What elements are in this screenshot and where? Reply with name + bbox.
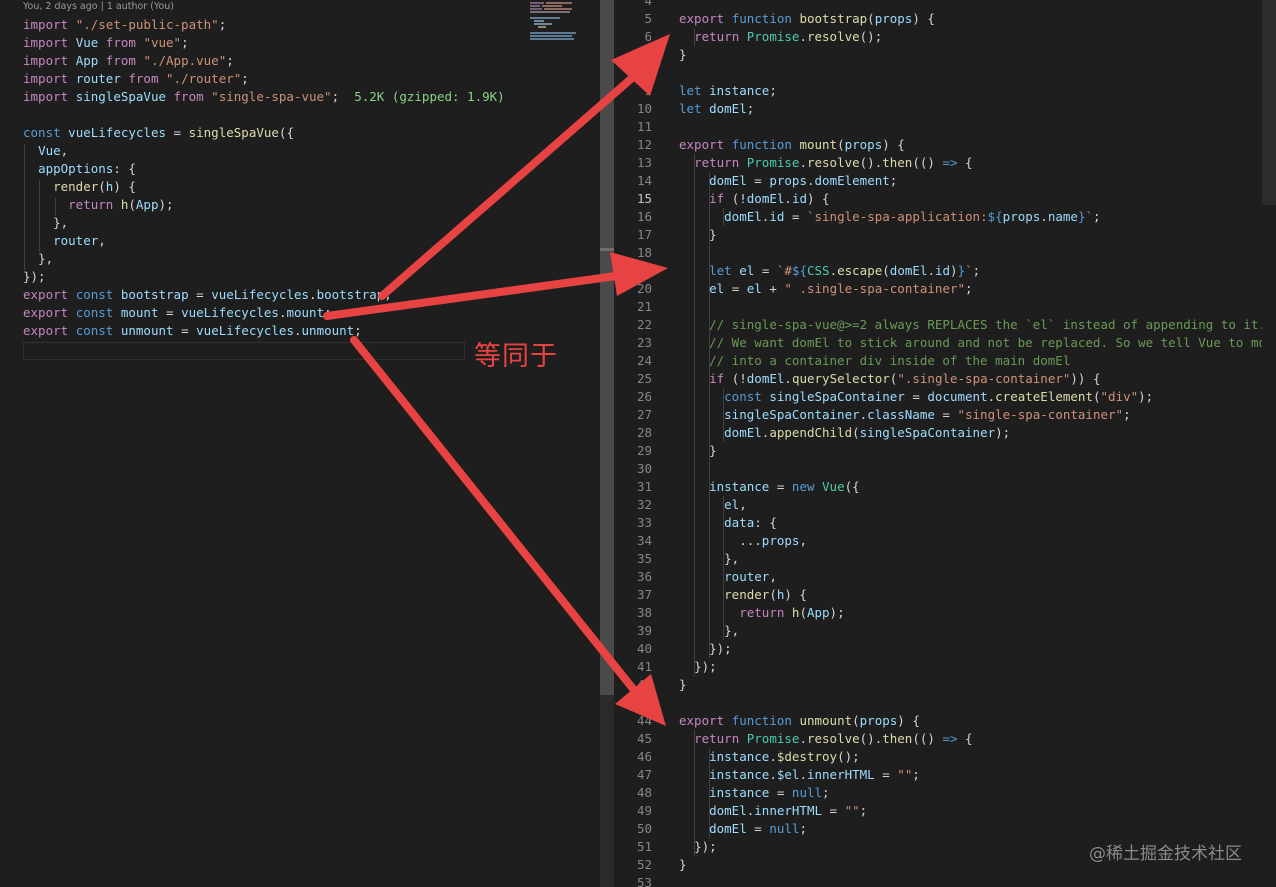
code-line[interactable]: 12 export function mount(props) { [614,136,1276,154]
equivalence-label: 等同于 [474,341,558,372]
code-line[interactable]: export const mount = vueLifecycles.mount… [0,304,600,322]
code-line[interactable]: 17 } [614,226,1276,244]
code-line[interactable]: 13 return Promise.resolve().then(() => { [614,154,1276,172]
code-line[interactable]: import Vue from "vue"; [0,34,600,52]
code-line[interactable]: 43 [614,694,1276,712]
code-line[interactable]: import singleSpaVue from "single-spa-vue… [0,88,600,106]
code-line[interactable]: 26 const singleSpaContainer = document.c… [614,388,1276,406]
code-line[interactable]: }, [0,250,600,268]
code-line[interactable]: 25 if (!domEl.querySelector(".single-spa… [614,370,1276,388]
scrollbar-position-marker [600,248,614,251]
code-line[interactable]: 50 domEl = null; [614,820,1276,838]
code-line[interactable]: 40 }); [614,640,1276,658]
code-line[interactable]: 30 [614,460,1276,478]
code-line[interactable]: 46 instance.$destroy(); [614,748,1276,766]
code-line[interactable]: 11 [614,118,1276,136]
code-line[interactable]: 45 return Promise.resolve().then(() => { [614,730,1276,748]
code-line[interactable]: 37 render(h) { [614,586,1276,604]
code-line[interactable]: 34 ...props, [614,532,1276,550]
current-line-highlight [23,342,465,360]
code-line[interactable]: 31 instance = new Vue({ [614,478,1276,496]
left-scrollbar-thumb[interactable] [600,0,614,695]
code-line[interactable]: import "./set-public-path"; [0,16,600,34]
code-line[interactable]: 21 [614,298,1276,316]
code-line[interactable]: 28 domEl.appendChild(singleSpaContainer)… [614,424,1276,442]
code-line[interactable]: 36 router, [614,568,1276,586]
code-line[interactable]: 19 let el = `#${CSS.escape(domEl.id)}`; [614,262,1276,280]
code-line[interactable]: 20 el = el + " .single-spa-container"; [614,280,1276,298]
code-line[interactable]: 27 singleSpaContainer.className = "singl… [614,406,1276,424]
code-line[interactable]: 32 el, [614,496,1276,514]
code-line[interactable]: 42} [614,676,1276,694]
code-line[interactable]: 33 data: { [614,514,1276,532]
code-line[interactable]: 6 return Promise.resolve(); [614,28,1276,46]
code-line[interactable]: 29 } [614,442,1276,460]
left-editor-pane[interactable]: You, 2 days ago | 1 author (You) import … [0,0,600,887]
code-line[interactable]: 23 // We want domEl to stick around and … [614,334,1276,352]
code-line[interactable]: 10 let domEl; [614,100,1276,118]
code-line[interactable]: 44 export function unmount(props) { [614,712,1276,730]
code-line[interactable]: render(h) { [0,178,600,196]
code-line[interactable]: 41 }); [614,658,1276,676]
code-line[interactable]: import App from "./App.vue"; [0,52,600,70]
code-line[interactable]: 38 return h(App); [614,604,1276,622]
code-line[interactable]: 5 export function bootstrap(props) { [614,10,1276,28]
code-line[interactable]: }, [0,214,600,232]
code-line[interactable]: 53 [614,874,1276,887]
code-line[interactable]: 39 }, [614,622,1276,640]
right-scrollbar-thumb[interactable] [1262,0,1276,205]
right-editor-pane[interactable]: 4 5 export function bootstrap(props) { 6 … [614,0,1276,887]
code-line[interactable]: 9 let instance; [614,82,1276,100]
code-line[interactable]: }); [0,268,600,286]
code-line[interactable]: const vueLifecycles = singleSpaVue({ [0,124,600,142]
import-cost-hint: 5.2K (gzipped: 1.9K) [354,89,505,104]
watermark: @稀土掘金技术社区 [1089,844,1242,864]
code-line[interactable]: 7} [614,46,1276,64]
code-line[interactable]: 47 instance.$el.innerHTML = ""; [614,766,1276,784]
code-line[interactable]: import router from "./router"; [0,70,600,88]
code-line[interactable]: 18 [614,244,1276,262]
code-line[interactable]: 15 if (!domEl.id) { [614,190,1276,208]
git-blame-codelens[interactable]: You, 2 days ago | 1 author (You) [23,1,174,12]
code-line[interactable]: return h(App); [0,196,600,214]
code-line[interactable]: 8 [614,64,1276,82]
code-line[interactable]: 24 // into a container div inside of the… [614,352,1276,370]
code-line[interactable]: 16 domEl.id = `single-spa-application:${… [614,208,1276,226]
code-line[interactable]: Vue, [0,142,600,160]
code-line[interactable]: 22 // single-spa-vue@>=2 always REPLACES… [614,316,1276,334]
code-line[interactable]: appOptions: { [0,160,600,178]
code-line[interactable]: export const bootstrap = vueLifecycles.b… [0,286,600,304]
code-line[interactable]: 48 instance = null; [614,784,1276,802]
code-line[interactable]: router, [0,232,600,250]
code-line[interactable]: 35 }, [614,550,1276,568]
code-line[interactable]: 4 [614,0,1276,10]
code-line[interactable]: 14 domEl = props.domElement; [614,172,1276,190]
code-line[interactable]: 49 domEl.innerHTML = ""; [614,802,1276,820]
